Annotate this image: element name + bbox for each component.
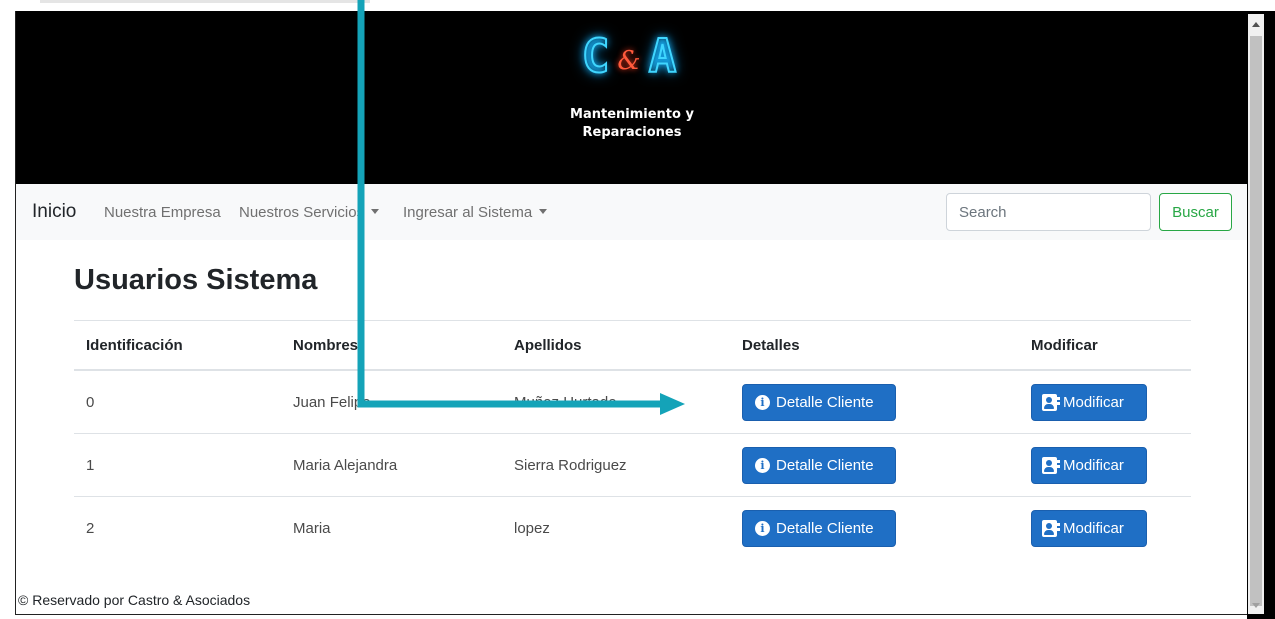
detalle-cliente-button[interactable]: i Detalle Cliente — [742, 509, 896, 547]
nav-item-ingresar-al-sistema[interactable]: Ingresar al Sistema — [403, 204, 548, 221]
button-label: Detalle Cliente — [776, 393, 874, 411]
button-label: Detalle Cliente — [776, 456, 874, 474]
cell-apellidos: Sierra Rodriguez — [502, 433, 730, 497]
top-strip — [0, 0, 1275, 11]
caret-down-icon — [371, 209, 380, 214]
modificar-button[interactable]: Modificar — [1031, 383, 1147, 421]
screenshot-frame: C & A Mantenimiento y Reparaciones Inici… — [0, 0, 1275, 619]
cell-nombres: Maria Alejandra — [281, 433, 502, 497]
users-table: Identificación Nombres Apellidos Detalle… — [74, 320, 1191, 559]
cell-nombres: Juan Felipe — [281, 369, 502, 434]
nav-item-nuestros-servicios[interactable]: Nuestros Servicios — [239, 204, 380, 221]
cell-modificar: Modificar — [1019, 496, 1191, 559]
navbar: Inicio Nuestra Empresa Nuestros Servicio… — [16, 184, 1248, 240]
button-label: Modificar — [1063, 393, 1124, 411]
user-card-icon — [1042, 456, 1060, 474]
cell-nombres: Maria — [281, 496, 502, 559]
logo-letter-a: A — [648, 28, 678, 84]
cell-apellidos: Muñoz Hurtado — [502, 369, 730, 434]
modificar-button[interactable]: Modificar — [1031, 446, 1147, 484]
nav-item-label: Nuestros Servicios — [239, 204, 365, 221]
vertical-scrollbar[interactable] — [1248, 14, 1264, 614]
cell-id: 1 — [74, 433, 281, 497]
user-card-icon — [1042, 519, 1060, 537]
nav-item-nuestra-empresa[interactable]: Nuestra Empresa — [104, 204, 221, 221]
column-header-detalles: Detalles — [730, 320, 1019, 371]
tagline: Mantenimiento y Reparaciones — [16, 106, 1248, 142]
info-circle-icon: i — [755, 457, 770, 473]
detalle-cliente-button[interactable]: i Detalle Cliente — [742, 383, 896, 421]
cell-detalles: i Detalle Cliente — [730, 496, 1019, 559]
cell-detalles: i Detalle Cliente — [730, 369, 1019, 434]
search-button[interactable]: Buscar — [1159, 193, 1232, 231]
nav-brand-inicio[interactable]: Inicio — [32, 201, 76, 223]
nav-item-label: Nuestra Empresa — [104, 204, 221, 221]
logo: C & A — [569, 21, 689, 91]
column-header-identificacion: Identificación — [74, 320, 281, 371]
detalle-cliente-button[interactable]: i Detalle Cliente — [742, 446, 896, 484]
logo-letter-c: C — [581, 28, 611, 84]
table-row: 2 Maria lopez i Detalle Cliente Modificar — [74, 496, 1191, 559]
info-circle-icon: i — [755, 394, 770, 410]
info-circle-icon: i — [755, 520, 770, 536]
browser-viewport: C & A Mantenimiento y Reparaciones Inici… — [15, 11, 1248, 615]
button-label: Modificar — [1063, 456, 1124, 474]
cell-id: 0 — [74, 369, 281, 434]
header-banner: C & A Mantenimiento y Reparaciones — [16, 11, 1248, 184]
button-label: Detalle Cliente — [776, 519, 874, 537]
column-header-modificar: Modificar — [1019, 320, 1191, 371]
cell-detalles: i Detalle Cliente — [730, 433, 1019, 497]
left-margin — [0, 11, 15, 619]
user-card-icon — [1042, 393, 1060, 411]
tagline-line-2: Reparaciones — [582, 125, 682, 140]
caret-down-icon — [539, 209, 548, 214]
table-header-row: Identificación Nombres Apellidos Detalle… — [74, 320, 1191, 371]
nav-item-label: Ingresar al Sistema — [403, 204, 533, 221]
search-input[interactable] — [946, 193, 1151, 231]
footer-copyright: © Reservado por Castro & Asociados — [18, 592, 251, 608]
scroll-up-arrow-icon[interactable] — [1252, 22, 1260, 27]
column-header-apellidos: Apellidos — [502, 320, 730, 371]
table-row: 0 Juan Felipe Muñoz Hurtado i Detalle Cli… — [74, 369, 1191, 434]
tagline-line-1: Mantenimiento y — [570, 107, 694, 122]
logo-ampersand: & — [617, 46, 641, 76]
page-title: Usuarios Sistema — [74, 264, 318, 296]
cell-apellidos: lopez — [502, 496, 730, 559]
modificar-button[interactable]: Modificar — [1031, 509, 1147, 547]
table-row: 1 Maria Alejandra Sierra Rodriguez i Deta… — [74, 433, 1191, 497]
scroll-thumb[interactable] — [1250, 36, 1262, 606]
scroll-down-arrow-icon[interactable] — [1252, 603, 1260, 608]
button-label: Modificar — [1063, 519, 1124, 537]
cell-modificar: Modificar — [1019, 369, 1191, 434]
cell-id: 2 — [74, 496, 281, 559]
previous-window-edge — [40, 0, 370, 3]
column-header-nombres: Nombres — [281, 320, 502, 371]
cell-modificar: Modificar — [1019, 433, 1191, 497]
